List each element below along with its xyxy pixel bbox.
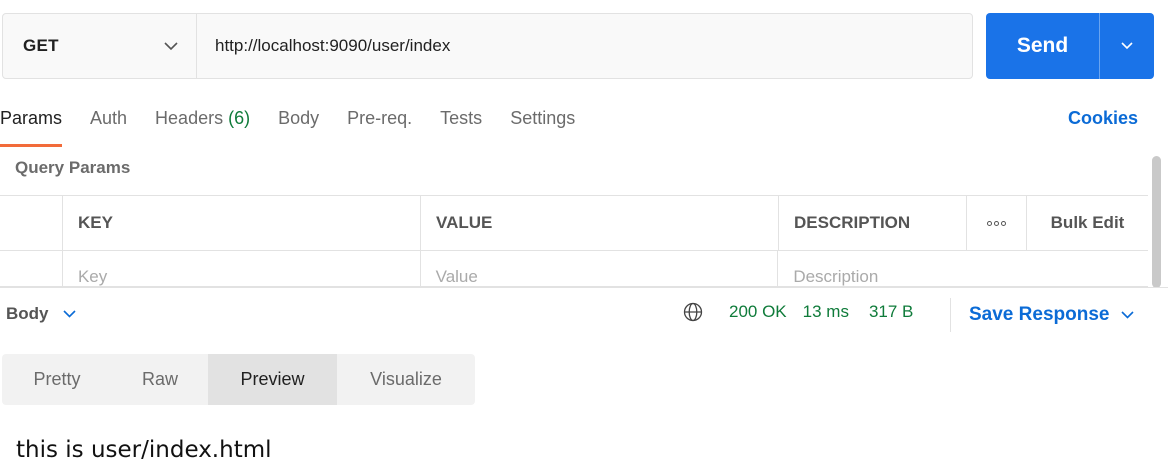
view-mode-visualize[interactable]: Visualize [337, 354, 475, 405]
tab-label: Params [0, 108, 63, 128]
tab-count: (6) [228, 108, 251, 128]
chevron-down-icon [1121, 311, 1135, 319]
response-time[interactable]: 13 ms [803, 302, 849, 322]
response-size[interactable]: 317 B [869, 302, 913, 322]
globe-icon[interactable] [683, 302, 703, 322]
url-input[interactable]: http://localhost:9090/user/index [197, 14, 972, 78]
response-status: 200 OK 13 ms 317 B [683, 302, 913, 322]
send-options-button[interactable] [1100, 13, 1154, 79]
send-button-group: Send [986, 13, 1154, 79]
key-column-header: KEY [63, 196, 421, 250]
scrollbar[interactable] [1152, 156, 1161, 288]
tab-pre-request[interactable]: Pre-req. [347, 104, 412, 148]
chevron-down-icon [1121, 42, 1133, 50]
tab-label: Auth [90, 108, 128, 128]
response-preview-text: this is user/index.html [16, 437, 272, 463]
response-section-label: Body [6, 304, 49, 323]
tab-label: Tests [440, 108, 483, 128]
view-mode-raw[interactable]: Raw [112, 354, 208, 405]
tab-tests[interactable]: Tests [440, 104, 482, 148]
save-response-label: Save Response [969, 304, 1110, 325]
tab-auth[interactable]: Auth [90, 104, 127, 148]
checkbox-column-header [0, 196, 63, 250]
params-table: KEY VALUE DESCRIPTION Bulk Edit Key Valu… [0, 195, 1148, 287]
view-mode-toggle: Pretty Raw Preview Visualize [2, 354, 475, 405]
tab-label: Headers [155, 108, 224, 128]
request-tabs: Params Auth Headers (6) Body Pre-req. Te… [0, 104, 603, 148]
divider [950, 298, 951, 332]
bulk-edit-button[interactable]: Bulk Edit [1027, 196, 1148, 250]
tab-settings[interactable]: Settings [510, 104, 575, 148]
key-input[interactable]: Key [63, 251, 421, 286]
send-button[interactable]: Send [986, 13, 1100, 79]
tab-body[interactable]: Body [278, 104, 319, 148]
tab-label: Pre-req. [347, 108, 413, 128]
table-row: Key Value Description [0, 251, 1148, 287]
chevron-down-icon [164, 41, 178, 50]
more-icon [987, 220, 1006, 226]
row-checkbox[interactable] [0, 251, 63, 286]
description-input[interactable]: Description [778, 251, 1148, 286]
method-label: GET [23, 36, 59, 55]
response-body-dropdown[interactable]: Body [6, 304, 76, 324]
chevron-down-icon [62, 310, 76, 318]
tab-label: Settings [510, 108, 576, 128]
url-bar: GET http://localhost:9090/user/index [2, 13, 973, 79]
more-options-button[interactable] [967, 196, 1027, 250]
tab-headers[interactable]: Headers (6) [155, 104, 250, 148]
value-input[interactable]: Value [421, 251, 779, 286]
value-column-header: VALUE [421, 196, 779, 250]
view-mode-pretty[interactable]: Pretty [2, 354, 112, 405]
description-column-header: DESCRIPTION [779, 196, 967, 250]
tab-params[interactable]: Params [0, 104, 63, 148]
status-code[interactable]: 200 OK [729, 302, 787, 322]
save-response-button[interactable]: Save Response [969, 304, 1135, 326]
view-mode-preview[interactable]: Preview [208, 354, 337, 405]
response-divider [0, 287, 1168, 288]
cookies-link[interactable]: Cookies [1068, 108, 1138, 129]
method-select[interactable]: GET [3, 14, 197, 78]
table-header-row: KEY VALUE DESCRIPTION Bulk Edit [0, 196, 1148, 251]
query-params-title: Query Params [15, 158, 131, 177]
tab-label: Body [278, 108, 320, 128]
